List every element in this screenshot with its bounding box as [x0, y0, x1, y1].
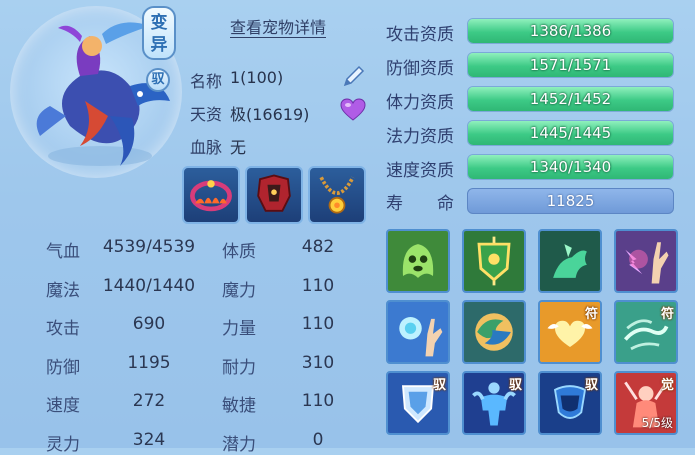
skill-slot[interactable]: 符 [614, 300, 678, 364]
stat-label: 速度 [46, 396, 80, 416]
talent-label: 天资 [190, 105, 223, 124]
aptitude-bar: 1445/1445 [467, 120, 674, 146]
skill-slot[interactable] [614, 229, 678, 293]
skill-slot[interactable]: 觉 5/5级 [614, 371, 678, 435]
attribute-label: 力量 [222, 319, 256, 339]
attribute-label: 耐力 [222, 357, 256, 378]
lifespan-label: 寿 命 [386, 194, 454, 214]
aptitude-label: 速度资质 [386, 161, 454, 181]
attribute-value: 110 [301, 275, 335, 296]
skill-slot[interactable] [386, 300, 450, 364]
equipment-slot-2[interactable] [245, 166, 303, 224]
attribute-label: 潜力 [222, 434, 256, 455]
skill-slot[interactable]: 驭 [462, 371, 526, 435]
attribute-label: 魔力 [222, 280, 256, 301]
stat-label: 攻击 [46, 319, 80, 339]
attribute-label: 体质 [222, 242, 256, 262]
equipment-slot-3[interactable] [308, 166, 366, 224]
edit-name-pen-icon[interactable] [340, 64, 366, 90]
skill-tag-badge: 驭 [432, 378, 446, 393]
stat-label: 防御 [46, 357, 80, 378]
stat-label: 魔法 [46, 280, 80, 301]
skill-slot[interactable] [462, 229, 526, 293]
skill-tag-badge: 符 [660, 307, 674, 322]
lifespan-value: 11825 [546, 192, 595, 210]
aptitude-label: 攻击资质 [386, 25, 454, 45]
skill-slot[interactable] [386, 229, 450, 293]
stat-value: 1195 [127, 352, 171, 373]
heart-icon[interactable] [340, 98, 366, 122]
lifespan-bar: 11825 [467, 188, 674, 214]
stat-label: 灵力 [46, 434, 80, 455]
skill-slot[interactable]: 驭 [538, 371, 602, 435]
aptitude-value: 1340/1340 [529, 158, 612, 176]
attribute-value: 0 [312, 429, 324, 450]
aptitude-bar: 1452/1452 [467, 86, 674, 112]
talent-value: 极(16619) [230, 105, 310, 124]
palm-orb-icon [388, 302, 448, 362]
skill-slot[interactable]: 符 [538, 300, 602, 364]
ride-badge: 驭 [146, 68, 170, 92]
stat-value: 272 [132, 391, 166, 411]
skill-tag-badge: 觉 [660, 378, 674, 393]
skill-slot[interactable]: 驭 [386, 371, 450, 435]
swirl-orb-icon [464, 302, 524, 362]
skill-tag-badge: 驭 [508, 378, 522, 393]
aptitude-value: 1452/1452 [529, 90, 612, 108]
aptitude-value: 1445/1445 [529, 124, 612, 142]
attribute-value: 110 [301, 314, 335, 334]
attribute-label: 敏捷 [222, 396, 256, 416]
equipment-slot-1[interactable] [182, 166, 240, 224]
aptitude-value: 1386/1386 [529, 22, 612, 40]
ghost-face-icon [388, 231, 448, 291]
bloodline-label: 血脉 [190, 138, 223, 157]
attribute-value: 310 [301, 352, 335, 373]
aptitude-label: 体力资质 [386, 93, 454, 113]
skill-tag-badge: 符 [584, 307, 598, 322]
view-pet-details-link[interactable]: 查看宠物详情 [230, 19, 327, 38]
aptitude-label: 法力资质 [386, 127, 454, 147]
skill-tag-badge: 驭 [584, 378, 598, 393]
attribute-value: 482 [301, 237, 335, 257]
skill-slot[interactable] [538, 229, 602, 293]
palm-lightning-icon [616, 231, 676, 291]
aptitude-bar: 1386/1386 [467, 18, 674, 44]
attribute-value: 110 [301, 391, 335, 411]
stat-value: 4539/4539 [102, 237, 196, 257]
stat-value: 690 [132, 314, 166, 334]
mutation-badge: 变异 [142, 6, 176, 60]
necklace-icon [319, 176, 355, 214]
flame-collar-icon [190, 180, 232, 212]
aptitude-label: 防御资质 [386, 59, 454, 79]
name-value: 1(100) [230, 68, 284, 87]
armor-icon [257, 174, 291, 212]
bloodline-value: 无 [230, 138, 247, 157]
aptitude-bar: 1571/1571 [467, 52, 674, 78]
stat-value: 324 [132, 429, 166, 450]
skill-level: 5/5级 [641, 416, 673, 430]
stat-value: 1440/1440 [102, 275, 196, 296]
name-label: 名称 [190, 72, 223, 91]
horse-rider-icon [540, 231, 600, 291]
aptitude-bar: 1340/1340 [467, 154, 674, 180]
shield-banner-icon [464, 231, 524, 291]
stat-label: 气血 [46, 242, 80, 262]
skill-slot[interactable] [462, 300, 526, 364]
aptitude-value: 1571/1571 [529, 56, 612, 74]
